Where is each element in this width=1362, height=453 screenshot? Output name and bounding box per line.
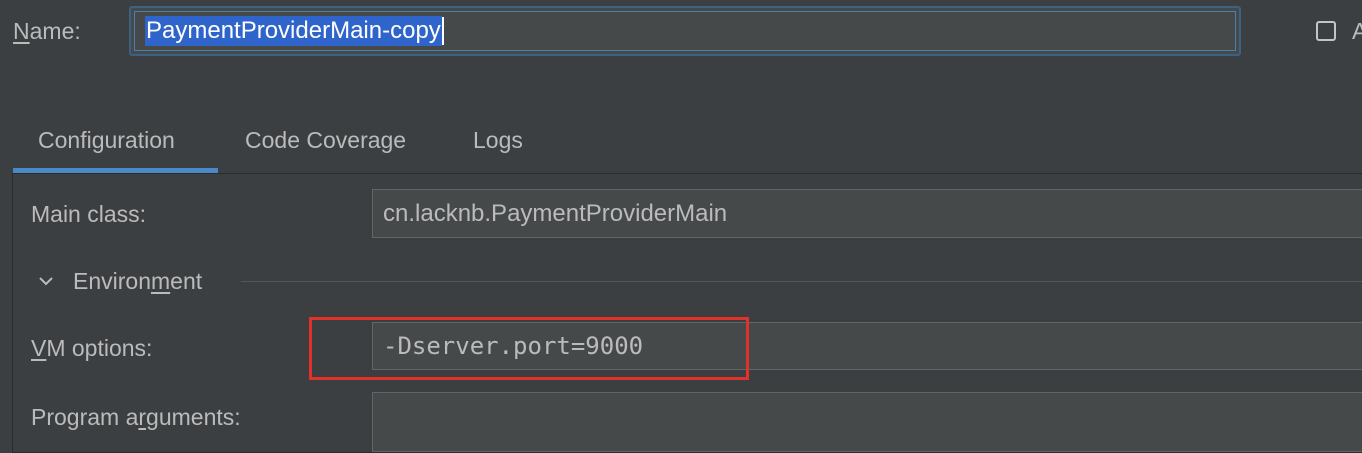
program-arguments-label-mnemonic: r [138,404,147,430]
allow-parallel-label[interactable]: A [1352,18,1362,45]
name-input-inner[interactable]: PaymentProviderMain-copy [134,11,1236,51]
name-input[interactable]: PaymentProviderMain-copy [129,6,1241,56]
main-class-label: Main class: [31,201,147,227]
program-arguments-input[interactable] [372,392,1362,452]
environment-label-before: Environ [73,268,151,294]
name-label: Name: [13,18,81,45]
name-label-mnemonic: N [13,18,30,44]
environment-section-label[interactable]: Environment [73,268,202,295]
chevron-down-icon[interactable] [37,272,55,290]
tab-code-coverage[interactable]: Code Coverage [245,127,406,154]
name-input-value[interactable]: PaymentProviderMain-copy [145,16,442,46]
vm-options-label: VM options: [31,335,152,362]
allow-parallel-checkbox[interactable] [1316,21,1336,41]
tab-configuration[interactable]: Configuration [38,127,175,154]
program-arguments-label: Program arguments: [31,404,241,431]
environment-label-mnemonic: m [150,268,171,294]
tab-logs[interactable]: Logs [473,127,523,154]
vm-options-label-mnemonic: V [31,335,47,361]
environment-label-after: ent [170,268,203,294]
program-arguments-label-after: guments: [146,404,241,430]
vm-options-label-rest: M options: [46,335,153,361]
vm-options-input[interactable]: -Dserver.port=9000 [372,322,1362,370]
environment-separator [241,281,1362,282]
program-arguments-label-before: Program a [31,404,139,430]
text-caret [441,17,444,45]
main-class-input[interactable]: cn.lacknb.PaymentProviderMain [372,189,1362,238]
name-label-rest: ame: [29,18,81,44]
